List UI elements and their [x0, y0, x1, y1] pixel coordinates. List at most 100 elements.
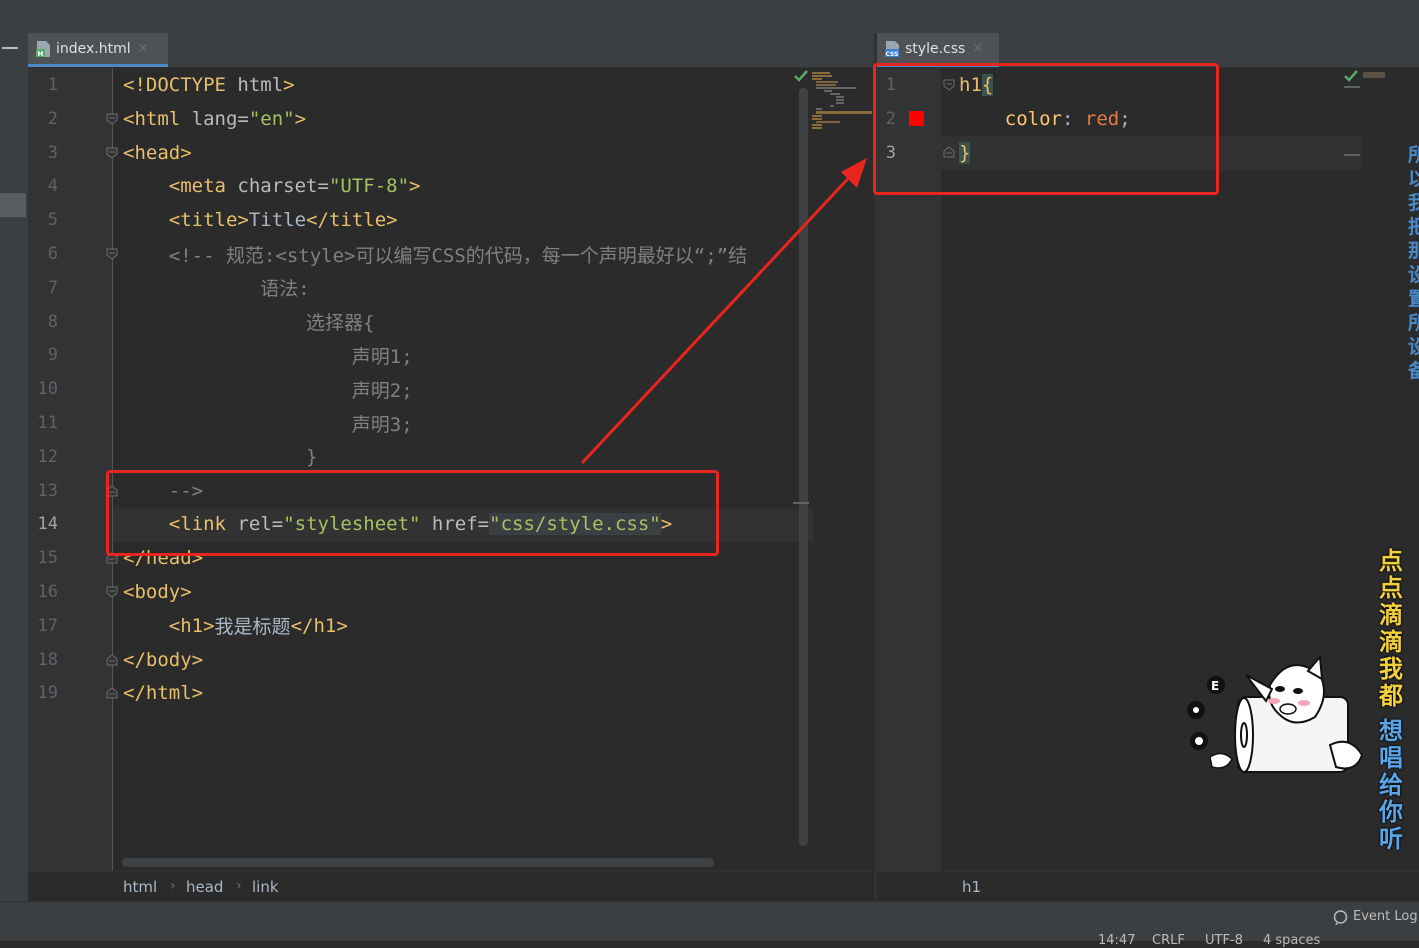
code-line[interactable]: <h1 > 我是标题 </h1 >: [123, 609, 348, 643]
css-file-icon: CSS: [885, 40, 899, 57]
line-number: 19: [37, 683, 58, 704]
svg-text:E: E: [1211, 679, 1219, 693]
lyric-subtitle: 点点滴滴我都想唱给你听: [1379, 548, 1405, 853]
scroll-marker: [1344, 86, 1360, 88]
code-line[interactable]: <body >: [123, 575, 192, 609]
fold-open-icon[interactable]: [106, 147, 118, 159]
lyric-char: 你: [1379, 798, 1403, 826]
line-number: 17: [37, 615, 58, 636]
code-line[interactable]: <!DOCTYPE html >: [123, 68, 295, 102]
line-number: 1: [47, 75, 58, 95]
breadcrumb-item[interactable]: html: [123, 878, 157, 896]
line-number: 8: [47, 311, 58, 332]
close-icon[interactable]: ×: [138, 41, 149, 56]
lyric-char: 滴: [1379, 601, 1403, 629]
lyric-char: 我: [1379, 655, 1403, 683]
lyric-char: 给: [1379, 771, 1403, 799]
line-number: 3: [47, 142, 58, 163]
fold-close-icon[interactable]: [106, 687, 118, 699]
code-line[interactable]: <meta charset= "UTF-8" >: [123, 169, 421, 203]
annotation-box-link: [106, 470, 719, 556]
tab-label: index.html: [56, 40, 131, 57]
code-line[interactable]: 语法:: [123, 271, 309, 305]
breadcrumb: h1: [877, 871, 1419, 902]
lyric-char: 想: [1379, 717, 1403, 745]
breadcrumb: html › head › link: [28, 871, 874, 902]
code-line[interactable]: <html lang= "en" >: [123, 102, 306, 136]
html-file-icon: H: [36, 40, 50, 57]
horizontal-scrollbar[interactable]: [122, 858, 714, 867]
event-log-icon: [1333, 910, 1348, 925]
fold-close-icon[interactable]: [106, 653, 118, 666]
tab-label: style.css: [905, 40, 966, 57]
code-line[interactable]: <head >: [123, 136, 192, 170]
breadcrumb-item[interactable]: h1: [962, 878, 981, 896]
code-line[interactable]: </html >: [123, 676, 203, 710]
indent-setting[interactable]: 4 spaces: [1263, 933, 1320, 948]
line-number: 18: [37, 649, 58, 670]
edge-char: 以: [1408, 168, 1419, 190]
file-encoding[interactable]: UTF-8: [1205, 933, 1243, 948]
scroll-marker: [1344, 154, 1360, 156]
svg-text:CSS: CSS: [886, 51, 899, 57]
svg-text:H: H: [38, 50, 44, 57]
code-line[interactable]: }: [123, 440, 317, 474]
line-number: 12: [37, 446, 58, 467]
line-number: 7: [47, 277, 58, 298]
code-line[interactable]: 选择器{: [123, 305, 374, 339]
minimap: [1363, 72, 1385, 78]
line-number: 5: [47, 210, 58, 231]
collapse-button[interactable]: [2, 47, 18, 49]
line-number: 14: [37, 514, 58, 535]
code-line[interactable]: 声明2;: [123, 372, 413, 406]
edge-char: 备: [1408, 360, 1419, 382]
lyric-char: 点: [1379, 547, 1403, 575]
edge-char: 设: [1408, 264, 1419, 286]
checkmark-icon: [1344, 70, 1358, 82]
line-number: 9: [47, 345, 58, 366]
tab-strip-left: H index.html ×: [28, 33, 874, 68]
edge-char: 那: [1408, 240, 1419, 262]
code-line[interactable]: 声明1;: [123, 338, 413, 372]
line-number: 6: [47, 244, 58, 264]
line-number: 11: [37, 413, 58, 433]
code-line[interactable]: </body >: [123, 643, 203, 677]
scroll-marker: [793, 502, 809, 504]
lyric-char: 滴: [1379, 628, 1403, 656]
code-line[interactable]: <title > Title </title >: [123, 203, 398, 237]
chevron-right-icon: ›: [236, 878, 242, 894]
breadcrumb-item[interactable]: link: [252, 878, 279, 896]
edge-subtitle: 所以我把那设置所设备: [1408, 143, 1419, 383]
annotation-box-css: [873, 63, 1219, 195]
line-number: 4: [47, 176, 58, 197]
checkmark-icon: [794, 70, 808, 82]
close-icon[interactable]: ×: [972, 41, 983, 56]
edge-char: 所: [1408, 144, 1419, 166]
tab-index-html[interactable]: H index.html ×: [28, 33, 168, 67]
tab-style-css[interactable]: CSS style.css ×: [877, 33, 999, 67]
title-bar: [0, 0, 1419, 33]
line-number: 10: [37, 379, 58, 400]
annotation-arrow: [580, 158, 867, 465]
line-number: 2: [47, 108, 58, 129]
edge-char: 设: [1408, 336, 1419, 358]
breadcrumb-item[interactable]: head: [186, 878, 223, 896]
line-number: 16: [37, 582, 58, 602]
line-separator[interactable]: CRLF: [1152, 933, 1185, 948]
lyric-char: 听: [1379, 825, 1403, 853]
lyric-char: 唱: [1379, 744, 1403, 772]
fold-open-icon[interactable]: [106, 248, 118, 260]
lyric-char: 都: [1379, 682, 1403, 710]
edge-char: 所: [1408, 312, 1419, 334]
line-number: 13: [37, 480, 58, 501]
lyric-char: 点: [1379, 574, 1403, 602]
fold-open-icon[interactable]: [106, 113, 118, 125]
edge-char: 置: [1408, 288, 1419, 310]
edge-char: 把: [1408, 216, 1419, 238]
caret-position[interactable]: 14:47: [1098, 933, 1135, 948]
status-bar: Event Log 14:47 CRLF UTF-8 4 spaces: [0, 901, 1419, 948]
event-log-button[interactable]: Event Log: [1353, 909, 1418, 924]
fold-open-icon[interactable]: [106, 586, 118, 598]
line-number: 15: [37, 548, 58, 569]
code-line[interactable]: 声明3;: [123, 406, 413, 440]
